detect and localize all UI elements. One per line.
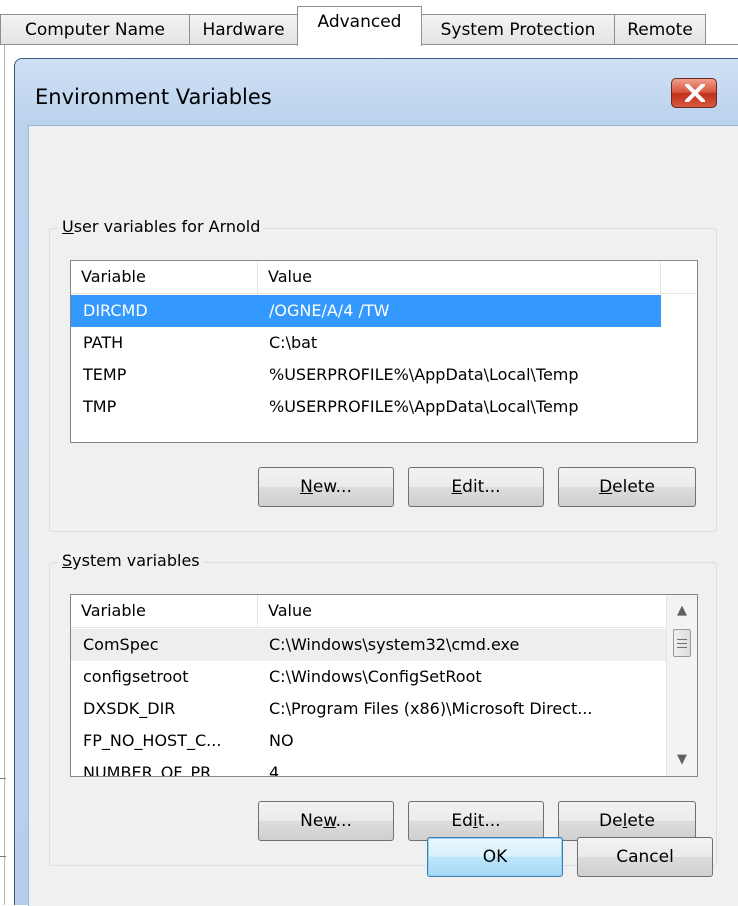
column-header-variable[interactable]: Variable: [71, 261, 258, 293]
user-delete-button[interactable]: Delete: [558, 467, 696, 507]
column-header-value[interactable]: Value: [258, 595, 668, 627]
table-row[interactable]: PATH C:\bat: [71, 327, 661, 359]
table-row[interactable]: configsetroot C:\Windows\ConfigSetRoot: [71, 661, 668, 693]
tab-computer-name[interactable]: Computer Name: [0, 14, 190, 44]
tab-advanced[interactable]: Advanced: [297, 6, 422, 46]
system-variables-list[interactable]: Variable Value ComSpec C:\Windows\system…: [70, 594, 698, 777]
table-row[interactable]: DIRCMD /OGNE/A/4 /TW: [71, 295, 661, 327]
tab-remote[interactable]: Remote: [614, 14, 706, 44]
table-row[interactable]: TEMP %USERPROFILE%\AppData\Local\Temp: [71, 359, 661, 391]
panel-edge: [4, 45, 5, 905]
tab-hardware[interactable]: Hardware: [189, 14, 298, 44]
arrow-up-icon[interactable]: ▲: [667, 597, 697, 625]
ok-button[interactable]: OK: [427, 837, 563, 877]
system-variables-group: System variables Variable Value ComSpec …: [49, 551, 717, 866]
table-row[interactable]: ComSpec C:\Windows\system32\cmd.exe: [71, 629, 668, 661]
scrollbar-thumb[interactable]: [673, 629, 691, 657]
close-button[interactable]: [671, 78, 717, 108]
system-delete-button[interactable]: Delete: [558, 801, 696, 841]
column-header-variable[interactable]: Variable: [71, 595, 258, 627]
user-new-button[interactable]: New...: [258, 467, 394, 507]
environment-variables-dialog: Environment Variables User variables for…: [14, 58, 738, 906]
vertical-scrollbar[interactable]: ▲ ▼: [666, 595, 697, 776]
user-edit-button[interactable]: Edit...: [408, 467, 544, 507]
system-variables-label: System variables: [58, 551, 204, 570]
list-header: Variable Value: [71, 261, 697, 294]
cancel-button[interactable]: Cancel: [577, 837, 713, 877]
system-properties-tabstrip: Computer Name Hardware Advanced System P…: [0, 0, 738, 48]
user-variables-label: User variables for Arnold: [58, 217, 265, 236]
system-edit-button[interactable]: Edit...: [408, 801, 544, 841]
table-row[interactable]: TMP %USERPROFILE%\AppData\Local\Temp: [71, 391, 661, 423]
system-new-button[interactable]: New...: [258, 801, 394, 841]
user-variables-group: User variables for Arnold Variable Value…: [49, 217, 717, 532]
column-header-value[interactable]: Value: [258, 261, 661, 293]
dialog-title: Environment Variables: [35, 85, 272, 109]
user-variables-list[interactable]: Variable Value DIRCMD /OGNE/A/4 /TW PATH…: [70, 260, 698, 443]
dialog-client-area: User variables for Arnold Variable Value…: [28, 125, 738, 906]
arrow-down-icon[interactable]: ▼: [667, 746, 697, 774]
close-x-icon: [685, 84, 705, 102]
dialog-titlebar[interactable]: Environment Variables: [15, 59, 738, 125]
list-header: Variable Value: [71, 595, 697, 628]
panel-tick: [0, 856, 6, 857]
tab-system-protection[interactable]: System Protection: [421, 14, 615, 44]
panel-tick: [0, 778, 6, 779]
table-row[interactable]: FP_NO_HOST_C... NO: [71, 725, 668, 757]
table-row[interactable]: NUMBER_OF_PR... 4: [71, 757, 668, 776]
table-row[interactable]: DXSDK_DIR C:\Program Files (x86)\Microso…: [71, 693, 668, 725]
